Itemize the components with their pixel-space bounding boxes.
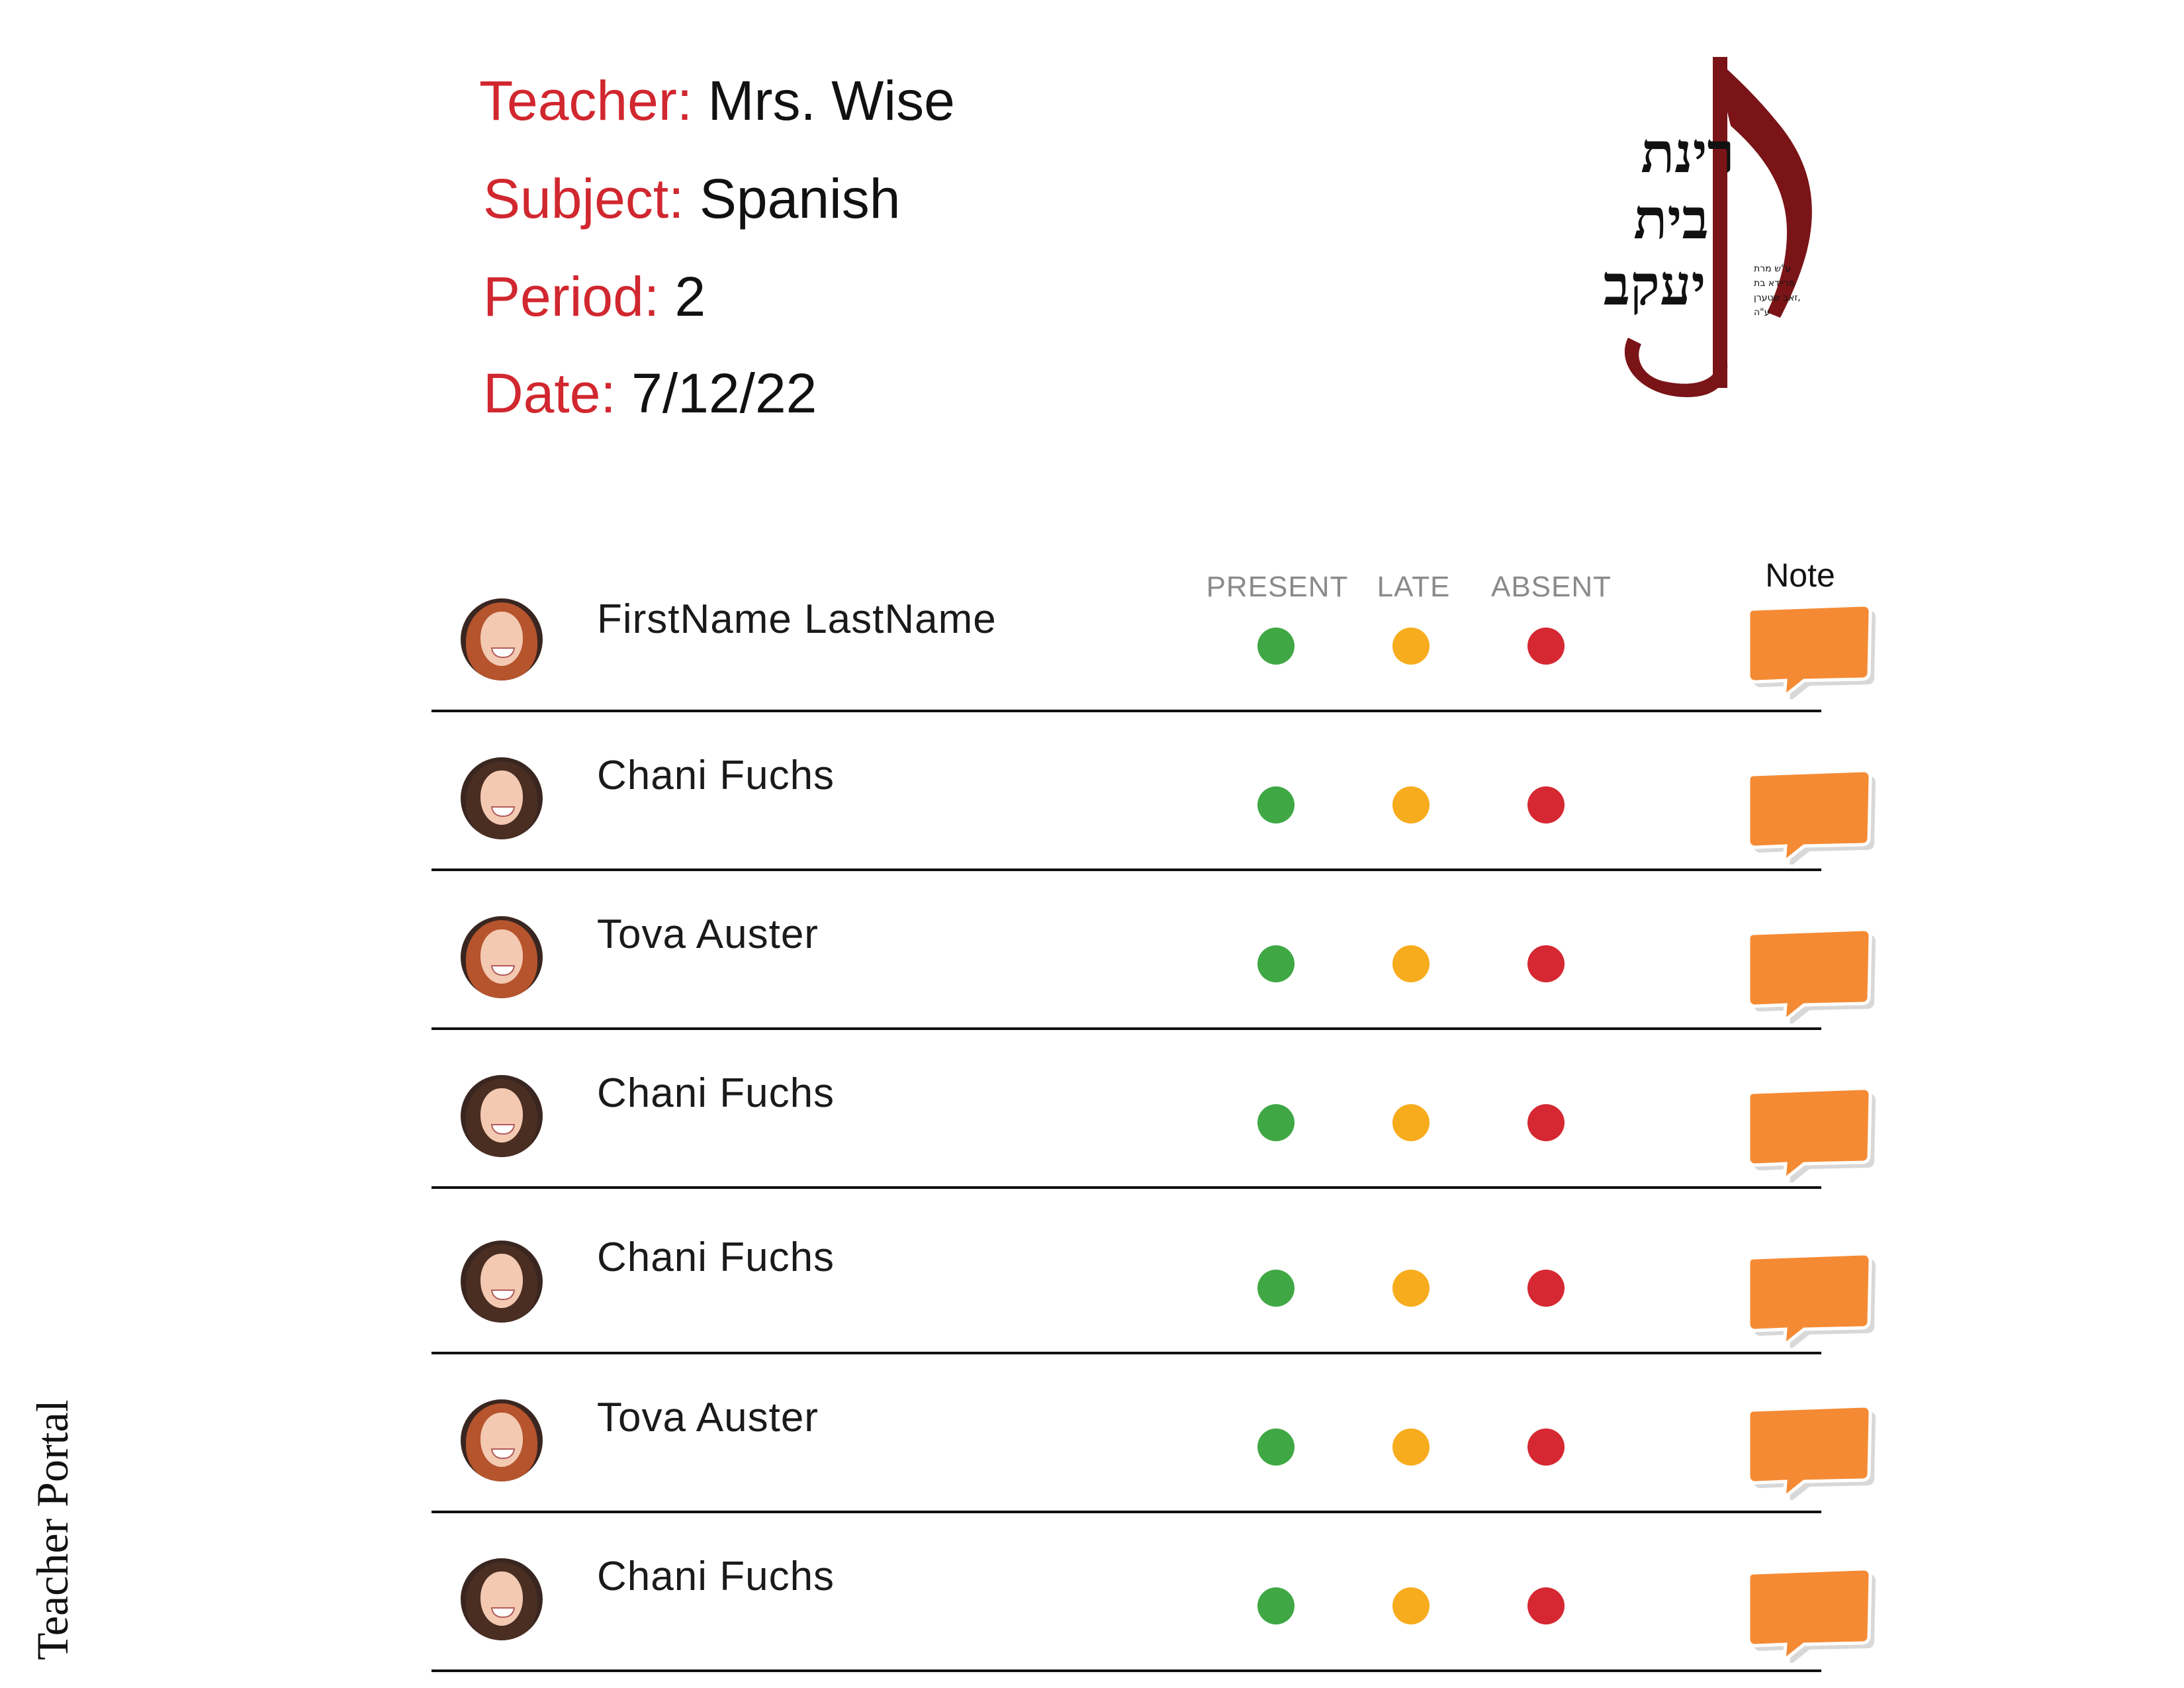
mark-present-button[interactable]	[1257, 945, 1295, 982]
mark-late-button[interactable]	[1392, 1429, 1430, 1466]
student-name: Tova Auster	[597, 1395, 819, 1440]
student-avatar	[461, 916, 543, 998]
speech-bubble-icon	[1747, 1567, 1876, 1665]
mark-present-button[interactable]	[1257, 628, 1295, 665]
student-name: FirstName LastName	[597, 596, 997, 642]
mark-absent-button[interactable]	[1527, 786, 1565, 823]
mark-present-button[interactable]	[1257, 1104, 1295, 1141]
mark-absent-button[interactable]	[1527, 945, 1565, 982]
student-row: Tova Auster	[432, 871, 1876, 1030]
student-avatar	[461, 598, 543, 680]
note-button[interactable]	[1745, 1401, 1877, 1503]
student-name: Chani Fuchs	[597, 1235, 835, 1280]
speech-bubble-icon	[1747, 1404, 1876, 1503]
note-button[interactable]	[1745, 600, 1877, 702]
student-avatar	[461, 1558, 543, 1640]
mark-absent-button[interactable]	[1527, 628, 1565, 665]
mark-late-button[interactable]	[1392, 1587, 1430, 1624]
note-button[interactable]	[1745, 1564, 1877, 1665]
mark-absent-button[interactable]	[1527, 1104, 1565, 1141]
speech-bubble-icon	[1747, 603, 1876, 702]
speech-bubble-icon	[1747, 769, 1876, 867]
attendance-roster: FirstName LastName Chani Fuchs Tova Aust…	[0, 0, 2184, 1688]
mark-absent-button[interactable]	[1527, 1270, 1565, 1307]
mark-late-button[interactable]	[1392, 786, 1430, 823]
student-row: Chani Fuchs	[432, 1513, 1876, 1672]
mark-late-button[interactable]	[1392, 1270, 1430, 1307]
student-avatar	[461, 757, 543, 839]
speech-bubble-icon	[1747, 927, 1876, 1026]
note-button[interactable]	[1745, 765, 1877, 867]
mark-absent-button[interactable]	[1527, 1587, 1565, 1624]
mark-present-button[interactable]	[1257, 1587, 1295, 1624]
note-button[interactable]	[1745, 924, 1877, 1026]
mark-present-button[interactable]	[1257, 1429, 1295, 1466]
student-row: FirstName LastName	[432, 553, 1876, 712]
student-name: Tova Auster	[597, 912, 819, 957]
speech-bubble-icon	[1747, 1086, 1876, 1185]
student-avatar	[461, 1241, 543, 1323]
student-row: Chani Fuchs	[432, 1030, 1876, 1189]
student-name: Chani Fuchs	[597, 1070, 835, 1116]
note-button[interactable]	[1745, 1248, 1877, 1350]
mark-present-button[interactable]	[1257, 786, 1295, 823]
row-divider	[432, 1669, 1821, 1672]
mark-present-button[interactable]	[1257, 1270, 1295, 1307]
speech-bubble-icon	[1747, 1252, 1876, 1350]
student-row: Chani Fuchs	[432, 712, 1876, 871]
mark-late-button[interactable]	[1392, 628, 1430, 665]
mark-late-button[interactable]	[1392, 945, 1430, 982]
student-avatar	[461, 1399, 543, 1481]
mark-absent-button[interactable]	[1527, 1429, 1565, 1466]
student-avatar	[461, 1075, 543, 1157]
student-row: Tova Auster	[432, 1354, 1876, 1513]
student-row: Chani Fuchs	[432, 1196, 1876, 1354]
note-button[interactable]	[1745, 1083, 1877, 1185]
row-divider	[432, 1186, 1821, 1189]
mark-late-button[interactable]	[1392, 1104, 1430, 1141]
student-name: Chani Fuchs	[597, 753, 835, 798]
teacher-portal-label: Teacher Portal	[27, 1399, 77, 1660]
student-name: Chani Fuchs	[597, 1554, 835, 1599]
